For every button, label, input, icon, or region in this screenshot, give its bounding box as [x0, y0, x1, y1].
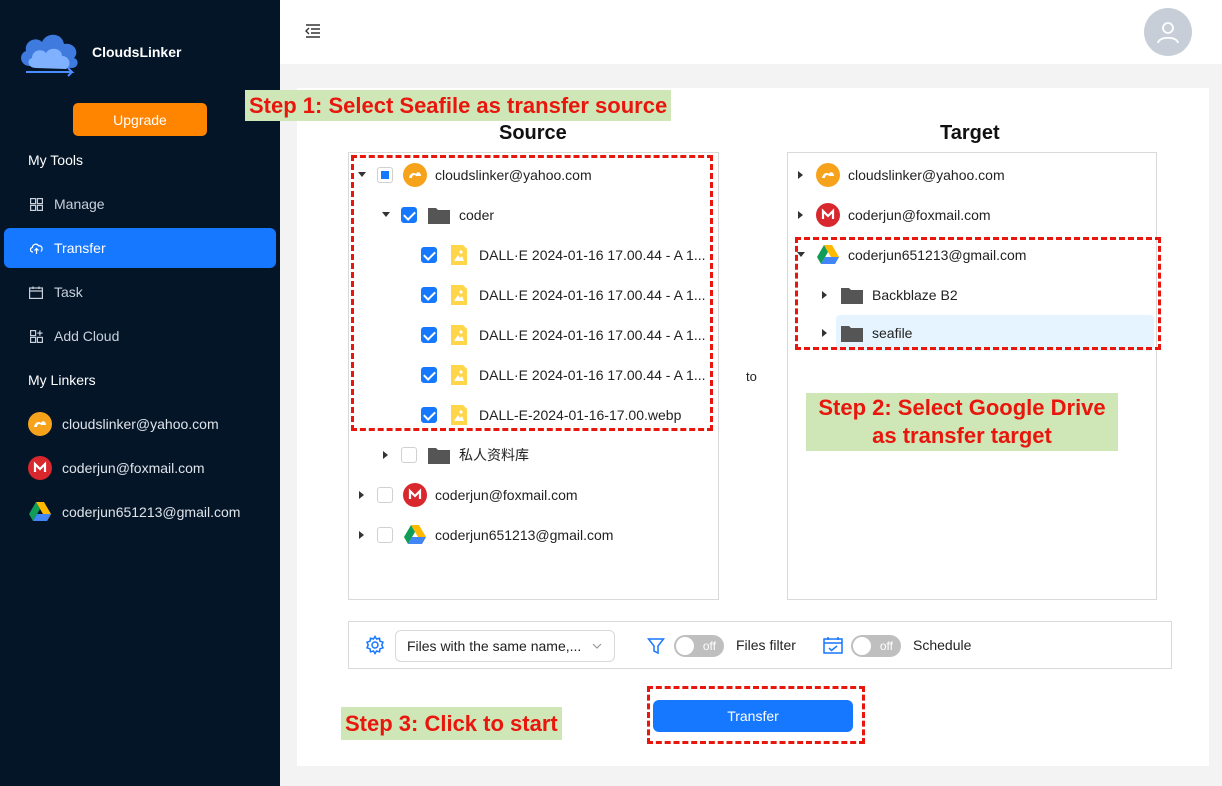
google-drive-icon — [404, 525, 426, 544]
filter-icon — [647, 638, 665, 655]
schedule-switch[interactable]: off — [851, 635, 901, 657]
mega-icon — [403, 483, 427, 507]
folder-icon — [428, 448, 450, 464]
nav-label: Transfer — [54, 240, 106, 256]
source-highlight-box — [351, 155, 713, 431]
tree-node-private-library[interactable]: 私人资料库 — [381, 443, 529, 467]
chevron-down-icon — [592, 643, 602, 649]
nav-item-manage[interactable]: Manage — [4, 184, 276, 224]
to-label: to — [746, 369, 757, 384]
target-tree: cloudslinker@yahoo.com coderjun@foxmail.… — [787, 152, 1157, 600]
node-checkbox[interactable] — [377, 487, 393, 503]
google-drive-icon — [29, 502, 51, 521]
schedule-label: Schedule — [913, 637, 972, 653]
nav-item-task[interactable]: Task — [4, 272, 276, 312]
node-label: 私人资料库 — [459, 447, 529, 463]
caret-right-icon[interactable] — [381, 451, 391, 459]
transfer-options-bar: Files with the same name,... off Files f… — [348, 621, 1172, 669]
cloud-logo-icon — [21, 34, 78, 77]
select-value: Files with the same name,... — [407, 638, 582, 654]
cloud-upload-icon — [28, 240, 44, 256]
settings-icon[interactable] — [365, 635, 385, 655]
transfer-highlight-box — [647, 686, 865, 744]
nav-label: Task — [54, 284, 83, 300]
step1-annotation: Step 1: Select Seafile as transfer sourc… — [245, 90, 672, 121]
step2-line1: Step 2: Select Google Drive — [818, 395, 1106, 420]
node-checkbox[interactable] — [401, 447, 417, 463]
nav-item-add-cloud[interactable]: Add Cloud — [4, 316, 276, 356]
switch-knob — [676, 637, 694, 655]
node-label: cloudslinker@yahoo.com — [848, 167, 1005, 183]
switch-text: off — [702, 639, 716, 653]
switch-knob — [853, 637, 871, 655]
linker-label: cloudslinker@yahoo.com — [62, 416, 219, 432]
target-node-seafile[interactable]: cloudslinker@yahoo.com — [796, 163, 1005, 187]
node-label: coderjun@foxmail.com — [848, 207, 991, 223]
tree-node-google-drive[interactable]: coderjun651213@gmail.com — [357, 523, 613, 547]
nav-label: Add Cloud — [54, 328, 120, 344]
user-avatar[interactable] — [1144, 8, 1192, 56]
linker-label: coderjun651213@gmail.com — [62, 504, 241, 520]
switch-text: off — [879, 639, 893, 653]
app-name: CloudsLinker — [92, 44, 182, 60]
step2-line2: as transfer target — [872, 423, 1052, 448]
target-title: Target — [940, 122, 1000, 144]
nav-item-transfer[interactable]: Transfer — [4, 228, 276, 268]
calendar-icon — [28, 284, 44, 300]
nav-label: Manage — [54, 196, 105, 212]
top-bar — [280, 0, 1222, 64]
user-icon — [1157, 22, 1179, 44]
target-highlight-box — [795, 237, 1161, 350]
node-label: coderjun@foxmail.com — [435, 487, 578, 503]
linker-label: coderjun@foxmail.com — [62, 460, 205, 476]
menu-collapse-icon[interactable] — [304, 22, 322, 40]
upgrade-button[interactable]: Upgrade — [73, 103, 207, 136]
grid-icon — [28, 196, 44, 212]
step2-annotation: Step 2: Select Google Drive as transfer … — [806, 393, 1118, 451]
tree-node-mega[interactable]: coderjun@foxmail.com — [357, 483, 578, 507]
my-linkers-heading: My Linkers — [28, 372, 96, 388]
linker-item-google-drive[interactable]: coderjun651213@gmail.com — [28, 500, 240, 524]
sidebar: CloudsLinker Upgrade My Tools Manage Tra… — [0, 0, 280, 786]
caret-right-icon[interactable] — [796, 171, 806, 179]
schedule-icon — [823, 637, 843, 654]
app-logo[interactable]: CloudsLinker — [16, 26, 181, 78]
files-filter-switch[interactable]: off — [674, 635, 724, 657]
seafile-icon — [816, 163, 840, 187]
step3-annotation: Step 3: Click to start — [341, 707, 562, 740]
add-grid-icon — [28, 328, 44, 344]
files-filter-label: Files filter — [736, 637, 796, 653]
node-checkbox[interactable] — [377, 527, 393, 543]
mega-icon — [816, 203, 840, 227]
caret-right-icon[interactable] — [357, 491, 367, 499]
node-label: coderjun651213@gmail.com — [435, 527, 614, 543]
caret-right-icon[interactable] — [357, 531, 367, 539]
linker-item-seafile[interactable]: cloudslinker@yahoo.com — [28, 412, 219, 436]
source-title: Source — [499, 122, 567, 144]
conflict-policy-select[interactable]: Files with the same name,... — [395, 630, 615, 662]
caret-right-icon[interactable] — [796, 211, 806, 219]
target-node-mega[interactable]: coderjun@foxmail.com — [796, 203, 991, 227]
seafile-icon — [28, 412, 52, 436]
linker-item-mega[interactable]: coderjun@foxmail.com — [28, 456, 205, 480]
mega-icon — [28, 456, 52, 480]
my-tools-heading: My Tools — [28, 152, 83, 168]
